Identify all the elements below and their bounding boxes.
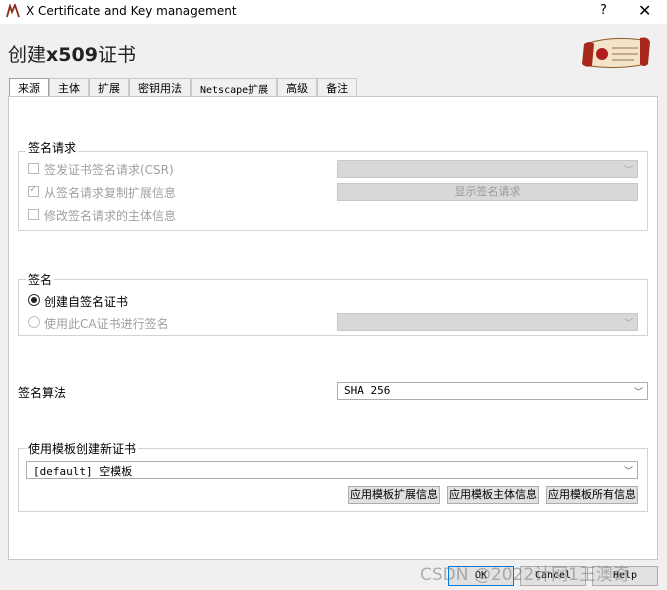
use-ca-radio[interactable] [28, 316, 40, 328]
chevron-down-icon: ﹀ [623, 319, 633, 329]
tab-extensions[interactable]: 扩展 [89, 78, 129, 96]
tab-advanced[interactable]: 高级 [277, 78, 318, 96]
tab-source[interactable]: 来源 [9, 78, 49, 97]
app-icon [6, 4, 20, 18]
tab-subject[interactable]: 主体 [49, 78, 89, 96]
sign-csr-checkbox[interactable] [28, 163, 39, 174]
certificate-seal-logo [582, 37, 650, 69]
apply-extensions-button[interactable]: 应用模板扩展信息 [348, 486, 440, 504]
self-signed-label: 创建自签名证书 [44, 295, 129, 309]
algorithm-label: 签名算法 [18, 386, 67, 400]
dialog-title-prefix: 创建 [8, 44, 47, 66]
sign-csr-label: 签发证书签名请求(CSR) [44, 163, 174, 177]
copy-extensions-checkbox[interactable] [28, 184, 39, 197]
template-select[interactable]: [default] 空模板 ﹀ [26, 461, 638, 479]
self-signed-radio[interactable] [28, 294, 40, 306]
watermark: CSDN @2022计网1王澳奇 [420, 565, 630, 585]
chevron-down-icon: ﹀ [623, 467, 633, 477]
dialog-title-bold: x509 [46, 44, 98, 66]
chevron-down-icon: ﹀ [633, 388, 643, 398]
show-request-button[interactable]: 显示签名请求 [337, 183, 638, 201]
tab-netscape[interactable]: Netscape扩展 [191, 78, 278, 96]
algorithm-value: SHA 256 [344, 384, 391, 397]
use-ca-label: 使用此CA证书进行签名 [44, 317, 169, 331]
tab-bar: 来源 主体 扩展 密钥用法 Netscape扩展 高级 备注 [9, 78, 358, 97]
tab-comment[interactable]: 备注 [317, 78, 358, 96]
dialog-title: 创建x509证书 [8, 40, 136, 67]
signing-heading: 签名 [26, 271, 55, 288]
window-title: X Certificate and Key management [26, 4, 237, 18]
title-bar: X Certificate and Key management ? ✕ [0, 0, 667, 24]
ca-select[interactable]: ﹀ [337, 313, 638, 331]
modify-subject-checkbox[interactable] [28, 209, 39, 220]
tab-key-usage[interactable]: 密钥用法 [129, 78, 191, 96]
template-heading: 使用模板创建新证书 [26, 440, 139, 457]
close-button[interactable]: ✕ [638, 1, 651, 20]
template-value: [default] 空模板 [33, 465, 133, 478]
copy-extensions-label: 从签名请求复制扩展信息 [44, 186, 177, 200]
apply-subject-button[interactable]: 应用模板主体信息 [447, 486, 539, 504]
apply-all-button[interactable]: 应用模板所有信息 [546, 486, 638, 504]
modify-subject-label: 修改签名请求的主体信息 [44, 209, 177, 223]
csr-select[interactable]: ﹀ [337, 160, 638, 178]
dialog-title-suffix: 证书 [97, 44, 136, 66]
sign-request-heading: 签名请求 [26, 139, 79, 156]
chevron-down-icon: ﹀ [623, 166, 633, 176]
algorithm-select[interactable]: SHA 256 ﹀ [337, 382, 648, 400]
help-title-button[interactable]: ? [600, 3, 607, 18]
